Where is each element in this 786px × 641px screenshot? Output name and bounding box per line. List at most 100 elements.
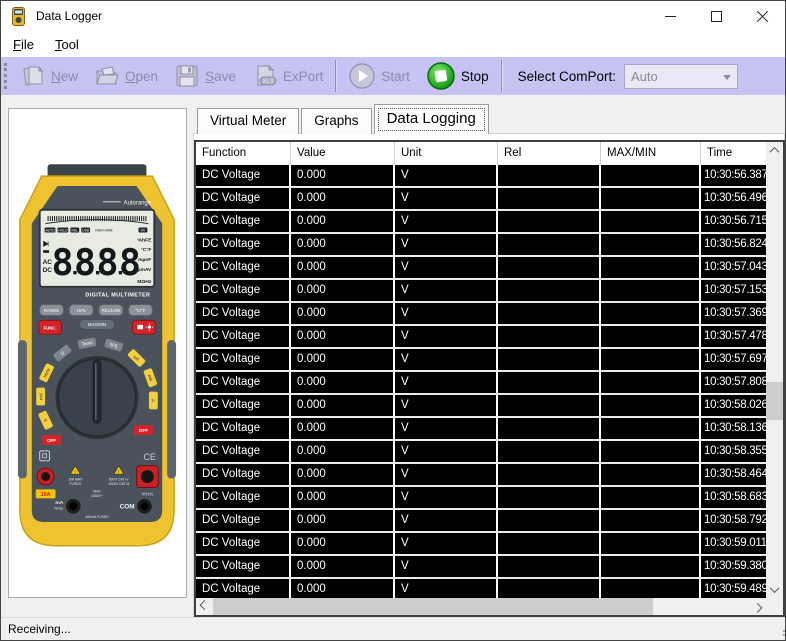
- table-row[interactable]: DC Voltage 0.000 V 10:30:57.697: [196, 349, 766, 372]
- table-row[interactable]: DC Voltage 0.000 V 10:30:57.043: [196, 257, 766, 280]
- table-row[interactable]: DC Voltage 0.000 V 10:30:58.683: [196, 487, 766, 510]
- scroll-down-button[interactable]: [766, 581, 783, 598]
- chevron-down-icon: [769, 583, 780, 594]
- cell-unit: V: [395, 280, 498, 301]
- table-row[interactable]: DC Voltage 0.000 V 10:30:57.369: [196, 303, 766, 326]
- cell-function: DC Voltage: [196, 326, 291, 347]
- cell-unit: V: [395, 418, 498, 439]
- cell-function: DC Voltage: [196, 510, 291, 531]
- table-row[interactable]: DC Voltage 0.000 V 10:30:57.478: [196, 326, 766, 349]
- cell-time: 10:30:57.478: [704, 330, 766, 342]
- menu-tool[interactable]: Tool: [46, 34, 88, 55]
- table-row[interactable]: DC Voltage 0.000 V 10:30:59.489: [196, 579, 766, 598]
- svg-text:REL/USB: REL/USB: [102, 308, 120, 313]
- tab-virtual-meter[interactable]: Virtual Meter: [197, 108, 300, 134]
- app-icon: [12, 6, 25, 26]
- vertical-scrollbar[interactable]: [766, 142, 783, 598]
- cell-function: DC Voltage: [196, 280, 291, 301]
- tab-data-logging[interactable]: Data Logging: [373, 104, 489, 134]
- table-row[interactable]: DC Voltage 0.000 V 10:30:56.715: [196, 211, 766, 234]
- column-header-rel[interactable]: Rel: [498, 142, 601, 165]
- table-row[interactable]: DC Voltage 0.000 V 10:30:58.792: [196, 510, 766, 533]
- toolbar-grip[interactable]: [4, 63, 7, 89]
- cell-time: 10:30:57.153: [704, 284, 766, 296]
- tab-graphs[interactable]: Graphs: [301, 108, 372, 134]
- cell-time: 10:30:59.380: [704, 560, 766, 572]
- save-button[interactable]: Save: [166, 59, 244, 93]
- meter-lcd: AUTO HOLD REL USB MAX-MIN HV 8888 AC DC: [38, 208, 156, 288]
- horizontal-scroll-thumb[interactable]: [213, 598, 653, 615]
- cell-time: 10:30:57.369: [704, 307, 766, 319]
- cell-value: 0.000: [291, 464, 395, 485]
- cell-maxmin: [601, 556, 701, 577]
- cell-rel: [498, 487, 601, 508]
- column-header-function[interactable]: Function: [196, 142, 291, 165]
- cell-time: 10:30:59.011: [704, 537, 766, 549]
- table-row[interactable]: DC Voltage 0.000 V 10:30:56.387: [196, 165, 766, 188]
- cell-value: 0.000: [291, 487, 395, 508]
- tab-virtual-meter-label: Virtual Meter: [210, 113, 287, 128]
- resize-grip[interactable]: [779, 634, 781, 636]
- maximize-button[interactable]: [693, 1, 739, 31]
- close-button[interactable]: [739, 1, 785, 31]
- table-row[interactable]: DC Voltage 0.000 V 10:30:57.153: [196, 280, 766, 303]
- table-row[interactable]: DC Voltage 0.000 V 10:30:58.355: [196, 441, 766, 464]
- minimize-button[interactable]: [647, 1, 693, 31]
- cell-maxmin: [601, 418, 701, 439]
- cell-rel: [498, 326, 601, 347]
- table-row[interactable]: DC Voltage 0.000 V 10:30:58.026: [196, 395, 766, 418]
- new-button[interactable]: New: [12, 59, 86, 93]
- cell-time: 10:30:58.683: [704, 491, 766, 503]
- table-row[interactable]: DC Voltage 0.000 V 10:30:56.824: [196, 234, 766, 257]
- vertical-scroll-thumb[interactable]: [766, 382, 783, 420]
- cell-value: 0.000: [291, 234, 395, 255]
- cell-unit: V: [395, 372, 498, 393]
- table-row[interactable]: DC Voltage 0.000 V 10:30:58.136: [196, 418, 766, 441]
- data-logging-page: Function Value Unit Rel MAX/MIN Time DC …: [193, 133, 785, 618]
- cell-value: 0.000: [291, 372, 395, 393]
- cell-maxmin: [601, 395, 701, 416]
- scroll-up-button[interactable]: [766, 142, 783, 159]
- cell-function: DC Voltage: [196, 464, 291, 485]
- tab-data-logging-label: Data Logging: [386, 110, 476, 127]
- table-row[interactable]: DC Voltage 0.000 V 10:30:59.380: [196, 556, 766, 579]
- stop-button[interactable]: Stop: [418, 59, 497, 93]
- cell-maxmin: [601, 188, 701, 209]
- cell-maxmin: [601, 510, 701, 531]
- horizontal-scrollbar[interactable]: [196, 598, 766, 615]
- cell-function: DC Voltage: [196, 579, 291, 598]
- cell-unit: V: [395, 487, 498, 508]
- toolbar-separator: [335, 60, 337, 92]
- app-window: Data Logger File Tool New Open Save XLS …: [0, 0, 786, 641]
- svg-text:mV: mV: [38, 393, 43, 400]
- lcd-digits: 8888: [52, 241, 142, 284]
- scroll-left-button[interactable]: [196, 598, 213, 615]
- scroll-right-button[interactable]: [749, 598, 766, 615]
- svg-text:°C/°F: °C/°F: [135, 308, 146, 313]
- scrollbar-corner: [766, 598, 783, 615]
- table-row[interactable]: DC Voltage 0.000 V 10:30:59.011: [196, 533, 766, 556]
- svg-text:10A: 10A: [41, 492, 51, 498]
- comport-select[interactable]: Auto: [623, 63, 738, 89]
- column-header-maxmin[interactable]: MAX/MIN: [601, 142, 701, 165]
- cell-unit: V: [395, 188, 498, 209]
- cell-value: 0.000: [291, 418, 395, 439]
- cell-function: DC Voltage: [196, 349, 291, 370]
- export-button[interactable]: XLS ExPort: [244, 59, 332, 93]
- svg-text:FUSED: FUSED: [69, 482, 81, 486]
- cell-time: 10:30:57.043: [704, 261, 766, 273]
- column-header-time[interactable]: Time: [701, 142, 766, 165]
- cell-maxmin: [601, 257, 701, 278]
- cell-function: DC Voltage: [196, 556, 291, 577]
- virtual-meter-image-panel: Autorange AUTO HOLD REL USB MAX-MIN HV 8…: [8, 108, 187, 598]
- menu-file[interactable]: File: [4, 34, 43, 55]
- column-header-unit[interactable]: Unit: [395, 142, 498, 165]
- cell-value: 0.000: [291, 326, 395, 347]
- table-row[interactable]: DC Voltage 0.000 V 10:30:56.496: [196, 188, 766, 211]
- open-button[interactable]: Open: [86, 59, 166, 93]
- table-row[interactable]: DC Voltage 0.000 V 10:30:57.808: [196, 372, 766, 395]
- column-header-value[interactable]: Value: [291, 142, 395, 165]
- table-row[interactable]: DC Voltage 0.000 V 10:30:58.464: [196, 464, 766, 487]
- start-button[interactable]: Start: [340, 59, 418, 93]
- cell-function: DC Voltage: [196, 441, 291, 462]
